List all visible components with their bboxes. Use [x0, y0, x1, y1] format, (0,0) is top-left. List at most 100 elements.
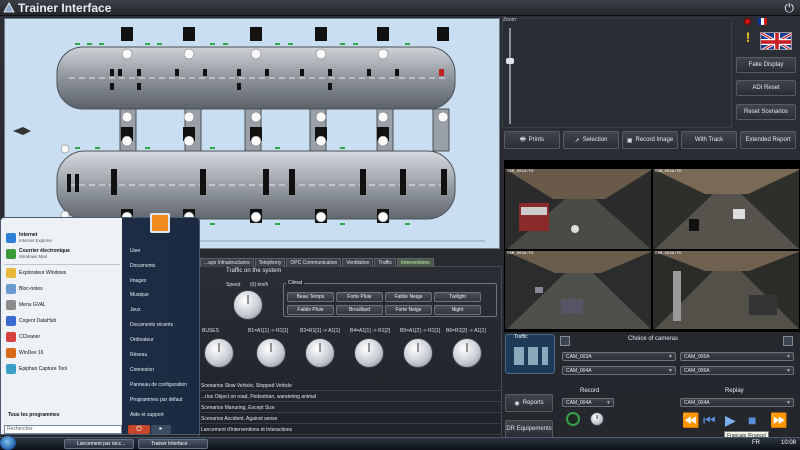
- speed-knob[interactable]: [233, 290, 263, 320]
- start-link-jeux[interactable]: Jeux: [130, 307, 141, 313]
- start-link-documents[interactable]: Documents: [130, 263, 155, 269]
- zoom-slider-track[interactable]: [509, 28, 511, 124]
- start-pinned-internet[interactable]: Internet Internet Explorer: [6, 232, 52, 243]
- tab-ventilation[interactable]: Ventilation: [342, 258, 374, 267]
- replay-camera-select[interactable]: CAM_004A ▼: [680, 398, 794, 407]
- brouillard-button[interactable]: Brouillard: [336, 305, 383, 315]
- start-recent-cogent[interactable]: Cogent DataHub: [6, 316, 56, 326]
- power-icon[interactable]: ⏻: [785, 1, 795, 16]
- camera-grid: CAM_001A/FO CAM_002A/FO CAM_003A/FO CAM_…: [504, 160, 800, 332]
- scenario-row-slow-vehicle[interactable]: Scenarios Slow Vehicle, Stopped Vehicle: [198, 383, 502, 391]
- b1-knob[interactable]: [256, 338, 286, 368]
- b2-knob[interactable]: [305, 338, 335, 368]
- scenario-row-accident[interactable]: Scenarios Accident, Against sense: [198, 416, 502, 424]
- shutdown-icon[interactable]: ⏻: [128, 425, 150, 434]
- traffic-camera-panel[interactable]: [505, 334, 555, 374]
- fake-display-button[interactable]: Fake Display: [736, 57, 796, 73]
- camera-toggle-icon[interactable]: [560, 336, 570, 346]
- play-icon[interactable]: ▶: [725, 412, 736, 429]
- start-link-user[interactable]: User: [130, 248, 141, 254]
- record-image-button[interactable]: ▣ Record Image: [622, 131, 678, 149]
- camera-feed-2[interactable]: CAM_002A/FO: [652, 168, 800, 250]
- scenario-row-object-on-road[interactable]: ...rios Object on road, Pedestrian, wand…: [198, 394, 502, 402]
- b5-knob[interactable]: [403, 338, 433, 368]
- forte-neige-button[interactable]: Forte Neige: [385, 305, 432, 315]
- settings-icon[interactable]: [783, 336, 793, 346]
- record-camera-select[interactable]: CAM_004A ▼: [562, 398, 614, 407]
- tab-interventions[interactable]: Interventions: [397, 258, 434, 267]
- record-knob[interactable]: [590, 412, 604, 426]
- timeline-panel: [502, 18, 732, 128]
- faible-neige-button[interactable]: Faible Neige: [385, 292, 432, 302]
- flag-fr-icon[interactable]: [758, 18, 767, 25]
- buses-knob[interactable]: [204, 338, 234, 368]
- start-link-images[interactable]: Images: [130, 278, 146, 284]
- stop-icon[interactable]: ■: [748, 412, 756, 428]
- b4-knob[interactable]: [354, 338, 384, 368]
- adi-reset-button[interactable]: ADI Reset: [736, 80, 796, 96]
- tab-traffic[interactable]: Traffic: [374, 258, 397, 267]
- all-programs-link[interactable]: Tous les programmes: [8, 412, 60, 418]
- start-link-recent-docs[interactable]: Documents récents: [130, 322, 173, 328]
- taskbar-item-launcher[interactable]: Lancement par racc...: [64, 439, 134, 449]
- start-link-network[interactable]: Réseau: [130, 352, 147, 358]
- tab-telephony[interactable]: Telephony: [254, 258, 286, 267]
- scenario-row-interventions[interactable]: Lancement d'interventions et Interaction…: [198, 427, 502, 435]
- prints-button[interactable]: 🖶 Prints: [504, 131, 560, 149]
- start-pinned-mail[interactable]: Courrier électronique Windows Mail: [6, 248, 70, 259]
- camera-select-1[interactable]: CAM_003A ▼: [562, 352, 676, 361]
- start-link-connect[interactable]: Connexion: [130, 367, 154, 373]
- extended-report-button[interactable]: Extended Report: [740, 131, 796, 149]
- start-search-input[interactable]: Rechercher: [4, 425, 122, 434]
- reports-button[interactable]: ◉ Reports: [505, 394, 553, 412]
- b6-knob[interactable]: [452, 338, 482, 368]
- start-link-control-panel[interactable]: Panneau de configuration: [130, 382, 187, 388]
- faible-pluie-button[interactable]: Faible Pluie: [287, 305, 334, 315]
- selection-button[interactable]: ➚ Selection: [563, 131, 619, 149]
- recent-cogent-label: Cogent DataHub: [19, 318, 57, 324]
- camera-feed-4[interactable]: CAM_004A/FO: [652, 250, 800, 330]
- forte-pluie-button[interactable]: Forte Pluie: [336, 292, 383, 302]
- scenario-row-manuring[interactable]: Scenarios Manuring, Except Size: [198, 405, 502, 413]
- start-recent-windev[interactable]: WinDev 16: [6, 348, 43, 358]
- start-recent-ccleaner[interactable]: CCleaner: [6, 332, 40, 342]
- internet-explorer-icon: [6, 232, 16, 243]
- user-picture: [150, 213, 170, 233]
- with-track-button[interactable]: With Track: [681, 131, 737, 149]
- clock[interactable]: 10:08: [781, 440, 796, 446]
- camera-feed-1[interactable]: CAM_001A/FO: [504, 168, 652, 250]
- dr-equipements-button[interactable]: DR Equipements: [505, 420, 553, 438]
- night-button[interactable]: Night: [434, 305, 481, 315]
- camera-feed-3[interactable]: CAM_003A/FO: [504, 250, 652, 330]
- zoom-slider-handle[interactable]: [506, 58, 514, 64]
- twilight-button[interactable]: Twilight: [434, 292, 481, 302]
- tunnel-map[interactable]: [4, 18, 500, 249]
- start-recent-explorer[interactable]: Explorateur Windows: [6, 268, 66, 278]
- tunnel-map-drawing: [13, 27, 485, 242]
- reset-scenarios-button[interactable]: Reset Scenarios: [736, 104, 796, 120]
- start-recent-epiphan[interactable]: Epiphan Capture Tool: [6, 364, 67, 374]
- tab-opc-communication[interactable]: OPC Communication: [286, 258, 342, 267]
- fast-forward-icon[interactable]: ⏩: [770, 412, 787, 429]
- camera-select-2[interactable]: CAM_005A ▼: [680, 352, 794, 361]
- start-recent-gval[interactable]: Menu GVAL: [6, 300, 46, 310]
- taskbar-item-trainer[interactable]: Trainer Interface: [138, 439, 208, 449]
- record-start-icon[interactable]: [566, 412, 580, 426]
- beau-temps-button[interactable]: Beau Temps: [287, 292, 334, 302]
- start-link-musique[interactable]: Musique: [130, 292, 149, 298]
- start-link-default-programs[interactable]: Programmes par défaut: [130, 397, 183, 403]
- step-back-icon[interactable]: ⏮: [703, 412, 716, 429]
- flag-uk-icon[interactable]: [760, 32, 792, 50]
- language-indicator[interactable]: FR: [752, 440, 760, 446]
- start-link-help[interactable]: Aide et support: [130, 412, 164, 418]
- camera-select-3[interactable]: CAM_004A ▼: [562, 366, 676, 375]
- camera-select-4[interactable]: CAM_006A ▼: [680, 366, 794, 375]
- start-recent-notepad[interactable]: Bloc-notes: [6, 284, 43, 294]
- lock-icon[interactable]: ▸: [151, 425, 171, 434]
- info-icon[interactable]: !: [743, 29, 753, 49]
- start-button[interactable]: [0, 436, 16, 450]
- start-link-computer[interactable]: Ordinateur: [130, 337, 154, 343]
- tab-maps-infrastructures[interactable]: ...aps Infrastructures: [200, 258, 254, 267]
- epiphan-icon: [6, 364, 16, 374]
- rewind-icon[interactable]: ⏪: [682, 412, 699, 429]
